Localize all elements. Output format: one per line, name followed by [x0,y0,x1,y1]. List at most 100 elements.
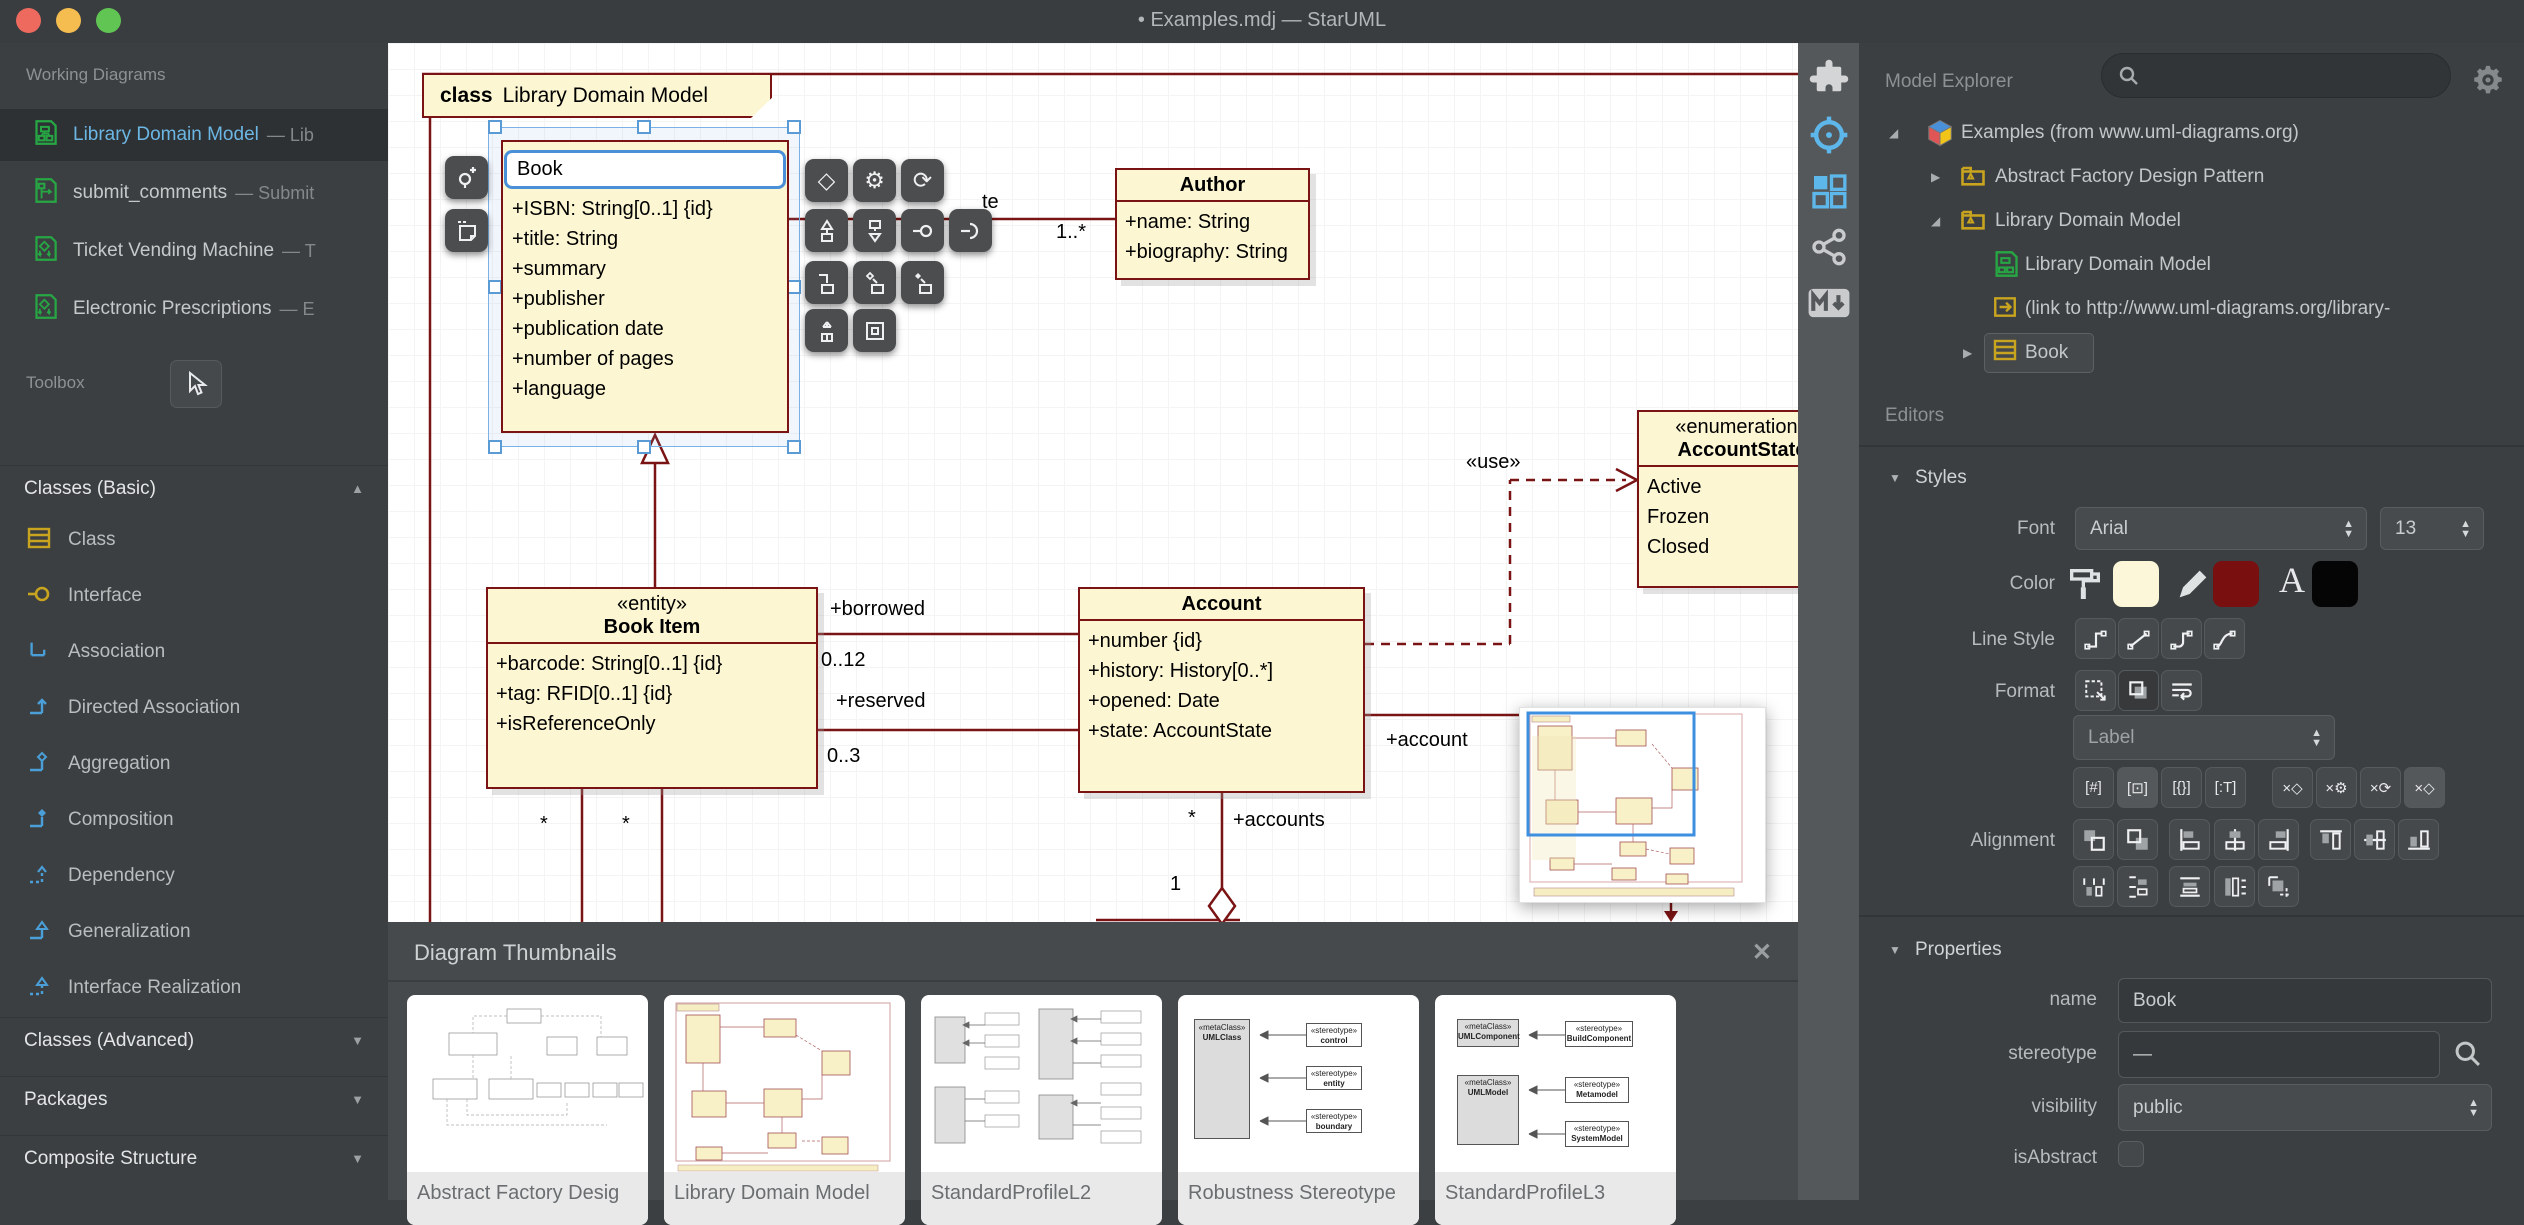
caret-down-icon[interactable]: ◢ [1931,214,1945,228]
show-operation-signature-button[interactable]: [:T] [2205,767,2246,808]
model-search-input[interactable] [2101,53,2451,98]
stereotype-field[interactable]: — [2118,1031,2440,1078]
thumbnail-card-library-domain-model[interactable]: Library Domain Model [664,995,905,1225]
selection-handle[interactable] [488,120,502,134]
fill-roller-icon[interactable] [2065,563,2105,610]
align-top-button[interactable] [2310,819,2351,860]
align-right-button[interactable] [2258,819,2299,860]
send-to-back-button[interactable] [2117,819,2158,860]
toolbox-section-packages[interactable]: Packages ▼ [0,1076,388,1122]
uml-class-account[interactable]: Account +number {id} +history: History[0.… [1078,587,1365,793]
gear-tool-icon[interactable]: ⚙ [853,159,896,202]
generalization-tool-icon[interactable] [805,209,848,252]
show-shadow-button[interactable] [2118,670,2159,711]
word-wrap-button[interactable] [2161,670,2202,711]
caret-down-icon[interactable]: ◢ [1889,126,1903,140]
set-same-width-button[interactable] [2214,866,2255,907]
align-center-button[interactable] [2214,819,2255,860]
diagram-canvas[interactable]: class Library Domain Model Author +name:… [388,43,1798,922]
suppress-operations-button[interactable]: ×⚙ [2316,767,2357,808]
thumbnail-card-robustness-stereotype[interactable]: «metaClass» UMLClass «stereotype» control «… [1178,995,1419,1225]
realization-tool-icon[interactable] [853,209,896,252]
focus-crosshair-icon[interactable] [1798,113,1859,157]
bring-to-front-button[interactable] [2073,819,2114,860]
substate-tool-icon[interactable]: ⟳ [901,159,944,202]
thumbnail-card-abstract-factory-desig[interactable]: Abstract Factory Desig [407,995,648,1225]
rectilinear-line-button[interactable] [2075,618,2116,659]
markdown-icon[interactable] [1798,281,1859,325]
toolbox-item-interface[interactable]: Interface [0,569,388,623]
set-same-size-button[interactable] [2258,866,2299,907]
add-subdiagram-icon[interactable] [445,156,488,199]
share-icon[interactable] [1798,225,1859,269]
selection-handle[interactable] [787,280,801,294]
toolbox-section-composite-structure[interactable]: Composite Structure ▼ [0,1135,388,1181]
selection-handle[interactable] [637,120,651,134]
caret-right-icon[interactable]: ▶ [1931,170,1945,184]
line-pencil-icon[interactable] [2173,563,2213,610]
show-property-button[interactable]: [{}] [2161,767,2202,808]
uml-class-book-item[interactable]: «entity» Book Item +barcode: String[0..1]… [486,587,818,789]
isabstract-checkbox[interactable] [2118,1141,2144,1167]
styles-collapse-caret[interactable]: ▼ [1889,471,1901,485]
toolbox-item-directed-association[interactable]: Directed Association [0,681,388,735]
space-equally-vertical-button[interactable] [2169,866,2210,907]
show-multiplicity-button[interactable]: [#] [2073,767,2114,808]
sidebar-diagram-ticket-vending-machine[interactable]: Ticket Vending Machine — T [0,225,388,277]
toolbox-item-interface-realization[interactable]: Interface Realization [0,961,388,1015]
sidebar-diagram-electronic-prescriptions[interactable]: Electronic Prescriptions — E [0,283,388,335]
label-select[interactable]: Label ▲ ▼ [2073,715,2335,760]
selection-handle[interactable] [787,440,801,454]
stereotype-search-icon[interactable] [2453,1039,2483,1074]
tree-node-library-domain-model[interactable]: Library Domain Model [1859,243,2524,287]
text-color-swatch[interactable] [2312,561,2358,607]
show-type-button[interactable]: [⊡] [2117,767,2158,808]
toolbox-item-composition[interactable]: Composition [0,793,388,847]
diagram-navigator-popup[interactable] [1519,707,1766,903]
font-select[interactable]: Arial ▲ ▼ [2075,507,2367,550]
align-bottom-button[interactable] [2398,819,2439,860]
thumbnail-card-standardprofilel3[interactable]: «metaClass» UMLComponent «stereotype» Buil… [1435,995,1676,1225]
sidebar-diagram-library-domain-model[interactable]: Library Domain Model — Lib [0,109,388,161]
name-field[interactable]: Book [2118,978,2492,1023]
suppress-receptions-button[interactable]: ×⟳ [2360,767,2401,808]
toolbox-item-aggregation[interactable]: Aggregation [0,737,388,791]
class-name-edit-input[interactable] [504,150,786,189]
pointer-tool-button[interactable] [170,360,222,408]
selection-handle[interactable] [488,280,502,294]
selection-handle[interactable] [488,440,502,454]
diamond-tool-icon[interactable]: ◇ [805,159,848,202]
extensions-puzzle-icon[interactable] [1798,57,1859,101]
selection-handle[interactable] [787,120,801,134]
toolbox-item-class[interactable]: Class [0,513,388,567]
close-icon[interactable]: ✕ [1752,938,1772,967]
composition-class-tool-icon[interactable] [901,261,944,304]
toolbox-section-classes-basic-[interactable]: Classes (Basic) ▲ [0,465,388,511]
align-middle-button[interactable] [2354,819,2395,860]
thumbnail-card-standardprofilel2[interactable]: StandardProfileL2 [921,995,1162,1225]
association-class-tool-icon[interactable] [805,261,848,304]
auto-resize-button[interactable] [2075,670,2116,711]
text-color-letter-icon[interactable]: A [2279,559,2305,601]
sidebar-diagram-submit-comments[interactable]: submit_comments — Submit [0,167,388,219]
suppress-attributes-button[interactable]: ×◇ [2272,767,2313,808]
provided-interface-tool-icon[interactable] [901,209,944,252]
thumbnails-grid-icon[interactable] [1798,169,1859,213]
tree-node-library-domain-model[interactable]: ◢ Library Domain Model [1859,199,2524,243]
uml-class-author[interactable]: Author +name: String +biography: String [1115,168,1310,280]
explorer-gear-icon[interactable] [2471,63,2505,102]
line-color-swatch[interactable] [2213,561,2259,607]
tree-node-examples-from-www-uml-diagrams-org-[interactable]: ◢ Examples (from www.uml-diagrams.org) [1859,111,2524,155]
toolbox-item-generalization[interactable]: Generalization [0,905,388,959]
tree-node-abstract-factory-design-pattern[interactable]: ▶ Abstract Factory Design Pattern [1859,155,2524,199]
distribute-vertical-button[interactable] [2117,866,2158,907]
caret-right-icon[interactable]: ▶ [1963,346,1977,360]
aggregation-class-tool-icon[interactable] [853,261,896,304]
align-left-button[interactable] [2169,819,2210,860]
oblique-line-button[interactable] [2118,618,2159,659]
dependency-class-tool-icon[interactable] [805,309,848,352]
tree-node-book[interactable]: ▶ Book [1859,331,2524,375]
roundrect-line-button[interactable] [2161,618,2202,659]
suppress-literals-button[interactable]: ×◇ [2404,767,2445,808]
font-size-spinner[interactable]: 13 ▲ ▼ [2380,507,2484,550]
